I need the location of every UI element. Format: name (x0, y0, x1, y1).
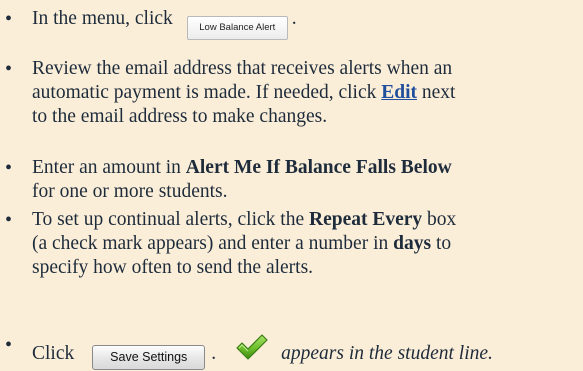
step-3: • Enter an amount in Alert Me If Balance… (5, 156, 567, 204)
alert-threshold-label: Alert Me If Balance Falls Below (185, 157, 452, 178)
instruction-page: { "steps": [ { "before": "In the menu, c… (0, 0, 583, 371)
step-4-line-3: specify how often to send the alerts. (32, 257, 314, 278)
step-5-result: appears in the student line. (281, 343, 493, 364)
step-2: • Review the email address that receives… (5, 57, 567, 129)
step-2-line-2-end: next (417, 82, 456, 103)
step-5-period: . (211, 343, 217, 364)
bullet-dot: • (5, 8, 13, 30)
step-1: • In the menu, click Low Balance Alert. (5, 7, 567, 40)
low-balance-alert-button[interactable]: Low Balance Alert (186, 16, 288, 40)
bullet-dot: • (5, 209, 13, 231)
checkmark-icon (235, 333, 269, 370)
step-1-text: In the menu, click (32, 8, 173, 29)
edit-email-link[interactable]: Edit (381, 82, 417, 103)
step-5: • Click Save Settings. appears in the stu… (5, 333, 567, 370)
step-2-line-2: automatic payment is made. If needed, cl… (32, 82, 377, 103)
step-2-line-1: Review the email address that receives a… (32, 58, 453, 79)
step-4-line-2: (a check mark appears) and enter a numbe… (32, 233, 394, 254)
step-2-line-3: to the email address to make changes. (32, 106, 328, 127)
bullet-dot: • (5, 58, 13, 80)
days-label: days (393, 233, 432, 254)
step-4-line-1-end: box (422, 209, 457, 230)
step-3-line-2: for one or more students. (32, 181, 228, 202)
repeat-every-label: Repeat Every (308, 209, 423, 230)
step-5-text: Click (32, 343, 75, 364)
step-1-period: . (291, 8, 297, 29)
step-4-line-2-end: to (431, 233, 452, 254)
bullet-dot: • (5, 157, 13, 179)
step-4-line-1: To set up continual alerts, click the (32, 209, 309, 230)
step-4: • To set up continual alerts, click the … (5, 208, 567, 280)
step-3-line-1: Enter an amount in (32, 157, 186, 178)
bullet-dot: • (5, 334, 13, 356)
save-settings-button[interactable]: Save Settings (92, 345, 206, 370)
